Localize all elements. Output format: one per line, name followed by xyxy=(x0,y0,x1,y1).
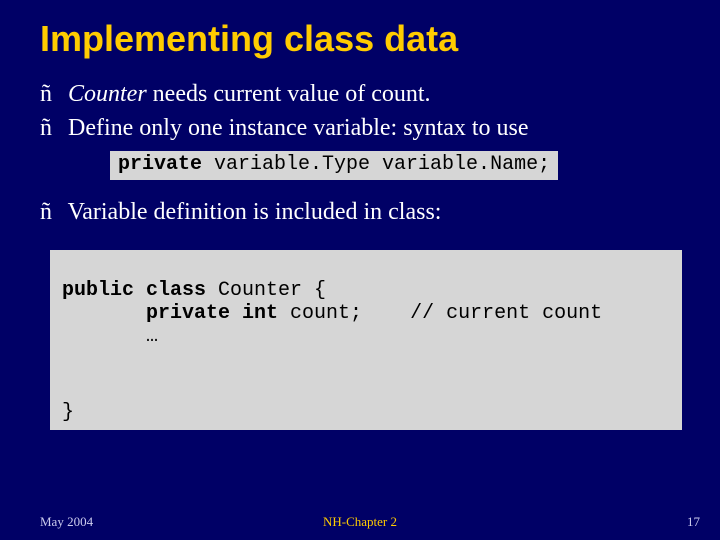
arrow-icon: ñ xyxy=(40,78,62,110)
code-keyword: public class xyxy=(62,279,206,302)
code-indent xyxy=(62,302,146,325)
arrow-icon: ñ xyxy=(40,112,62,144)
bullet-text: Variable definition is included in class… xyxy=(62,199,441,225)
code-close-brace: } xyxy=(62,401,74,424)
footer-chapter: NH-Chapter 2 xyxy=(0,514,720,530)
slide-title: Implementing class data xyxy=(40,18,680,60)
code-body: variable.Type variable.Name; xyxy=(202,153,550,176)
bullet-item: ñ Define only one instance variable: syn… xyxy=(40,112,680,144)
bullet-item: ñ Variable definition is included in cla… xyxy=(40,196,680,228)
code-keyword: private xyxy=(118,153,202,176)
code-text: count; // current count xyxy=(278,302,602,325)
bullet-italic-lead: Counter xyxy=(68,81,147,107)
footer-page-number: 17 xyxy=(687,514,700,530)
class-codebox: public class Counter { private int count… xyxy=(50,250,682,430)
bullet-list: ñ Counter needs current value of count. … xyxy=(40,78,680,145)
code-text: … xyxy=(62,325,158,348)
code-keyword: private int xyxy=(146,302,278,325)
bullet-text: needs current value of count. xyxy=(147,81,431,107)
bullet-list: ñ Variable definition is included in cla… xyxy=(40,196,680,228)
code-text: Counter { xyxy=(206,279,326,302)
syntax-codebox: private variable.Type variable.Name; xyxy=(110,151,558,180)
bullet-text: Define only one instance variable: synta… xyxy=(62,115,529,141)
arrow-icon: ñ xyxy=(40,196,62,228)
bullet-item: ñ Counter needs current value of count. xyxy=(40,78,680,110)
slide: Implementing class data ñ Counter needs … xyxy=(0,0,720,540)
